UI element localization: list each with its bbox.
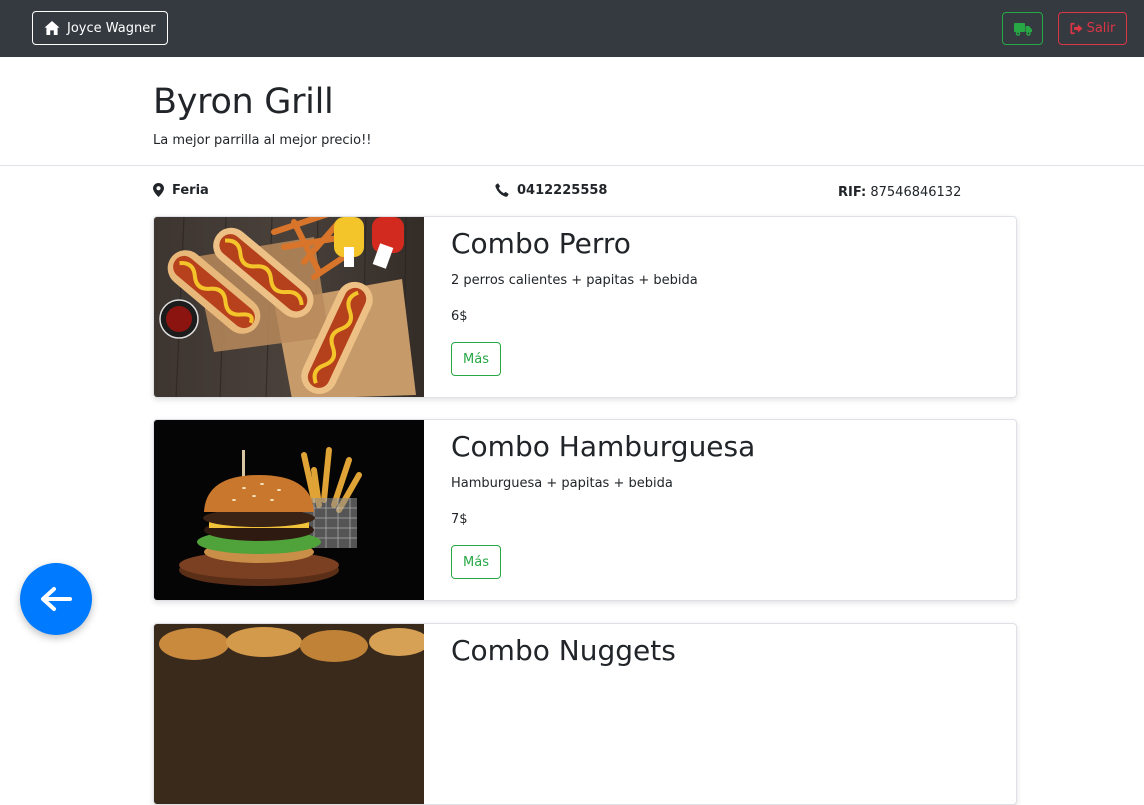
phone-text: 0412225558 (517, 182, 608, 198)
back-button[interactable] (20, 563, 92, 635)
phone-icon (495, 183, 509, 197)
header-divider (0, 165, 1144, 166)
menu-item-card: Combo Hamburguesa Hamburguesa + papitas … (153, 419, 1017, 601)
user-home-button[interactable]: Joyce Wagner (32, 11, 168, 45)
menu-item-image (154, 217, 424, 397)
menu-item-card: Combo Nuggets (153, 623, 1017, 805)
orders-button[interactable] (1002, 12, 1043, 45)
restaurant-rif: RIF: 87546846132 (838, 182, 961, 202)
menu-item-price: 7$ (451, 512, 468, 527)
restaurant-location: Feria (153, 180, 209, 200)
menu-item-more-button[interactable]: Más (451, 342, 501, 376)
home-icon (44, 21, 60, 35)
truck-icon (1013, 22, 1032, 36)
menu-item-title: Combo Hamburguesa (451, 430, 756, 463)
rif-label: RIF: (838, 184, 867, 200)
menu-item-price: 6$ (451, 309, 468, 324)
rif-value: 87546846132 (870, 184, 962, 200)
logout-button[interactable]: Salir (1058, 12, 1127, 45)
location-text: Feria (172, 182, 209, 198)
menu-item-description: Hamburguesa + papitas + bebida (451, 476, 673, 491)
menu-item-image (154, 624, 424, 804)
menu-item-card: Combo Perro 2 perros calientes + papitas… (153, 216, 1017, 398)
menu-item-title: Combo Nuggets (451, 634, 676, 667)
menu-item-description: 2 perros calientes + papitas + bebida (451, 273, 698, 288)
logout-label: Salir (1086, 21, 1116, 36)
menu-item-more-button[interactable]: Más (451, 545, 501, 579)
arrow-left-icon (41, 587, 72, 611)
menu-item-image (154, 420, 424, 600)
restaurant-name: Byron Grill (153, 82, 334, 122)
restaurant-phone: 0412225558 (495, 180, 607, 200)
map-marker-icon (153, 183, 164, 197)
menu-item-title: Combo Perro (451, 227, 631, 260)
navbar: Joyce Wagner Salir (0, 0, 1144, 57)
restaurant-slogan: La mejor parrilla al mejor precio!! (153, 133, 372, 148)
sign-out-icon (1070, 22, 1083, 35)
user-name: Joyce Wagner (67, 20, 156, 36)
